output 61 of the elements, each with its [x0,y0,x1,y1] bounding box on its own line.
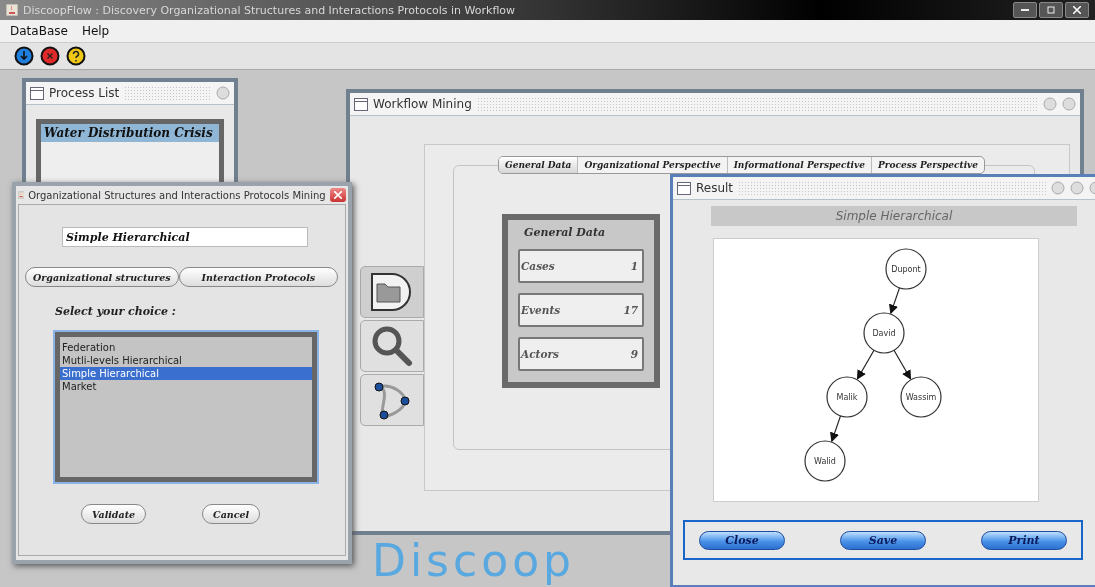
dialog-button[interactable]: Cancel [202,504,261,524]
edge-arrow [830,415,842,443]
stat-value: 9 [630,348,638,360]
background-logo: Discoop [372,538,575,584]
window-icon [354,97,368,111]
side-tab[interactable] [360,266,424,318]
action-button[interactable]: Close [699,530,785,550]
close-icon [1073,6,1081,14]
stat-label: Events [521,304,561,316]
stat-value: 1 [630,260,638,272]
tree-node: Wassim [900,376,942,418]
edge-arrow [889,287,901,315]
tree-node: Walid [804,440,846,482]
action-button[interactable]: Print [981,530,1067,550]
help-icon[interactable] [66,46,86,66]
side-tab[interactable] [360,320,424,372]
minimize-button[interactable] [1013,2,1037,18]
panel-title: General Data [524,226,607,239]
dialog-button[interactable]: Validate [81,504,147,524]
close-icon [333,191,342,199]
tab[interactable]: Process Perspective [872,157,985,173]
choice-item[interactable]: Federation [60,341,312,354]
side-tab[interactable] [360,374,424,426]
close-button[interactable] [329,188,346,202]
action-button[interactable]: Save [840,530,926,550]
mode-button[interactable]: Organizational structures [25,267,179,287]
choice-item[interactable]: Mutli-levels Hierarchical [60,354,312,367]
network-icon[interactable] [371,379,413,421]
choice-item[interactable]: Simple Hierarchical [60,367,312,380]
minimize-icon [1021,9,1029,11]
prompt-label: Select your choice : [55,305,177,318]
search-icon[interactable] [370,324,414,368]
result-title: Simple Hierarchical [835,209,953,223]
tree-node: Malik [826,376,868,418]
tab[interactable]: Organizational Perspective [578,157,728,173]
tree-node: David [863,312,905,354]
download-icon[interactable] [14,46,34,66]
structure-field[interactable]: Simple Hierarchical [62,227,308,247]
mode-button[interactable]: Interaction Protocols [178,267,339,287]
tree-node: Dupont [885,248,927,290]
frame-title: Workflow Mining [373,97,472,111]
stat-label: Actors [521,348,559,360]
stat-label: Cases [521,260,555,272]
window-icon [677,181,691,195]
edge-arrow [893,349,912,380]
tab[interactable]: General Data [499,157,579,173]
stat-value: 17 [623,304,638,316]
tab[interactable]: Informational Perspective [727,157,872,173]
menu-item[interactable]: Help [81,24,110,38]
close-button[interactable] [1065,2,1089,18]
frame-title: Process List [49,86,120,100]
window-title: DiscoopFlow : Discovery Organizational Structures and Interactions Protocols in Workflow [23,3,516,17]
menu-item[interactable]: DataBase [10,24,68,38]
maximize-icon [1047,6,1055,14]
choice-item[interactable]: Market [60,380,312,393]
window-icon [30,86,44,100]
dialog-title: Organizational Structures and Interactions Protocols Mining [28,189,326,201]
edge-arrow [856,349,875,380]
frame-title: Result [696,181,734,195]
process-item[interactable]: Water Distribution Crisis [41,124,219,142]
stop-icon[interactable] [40,46,60,66]
